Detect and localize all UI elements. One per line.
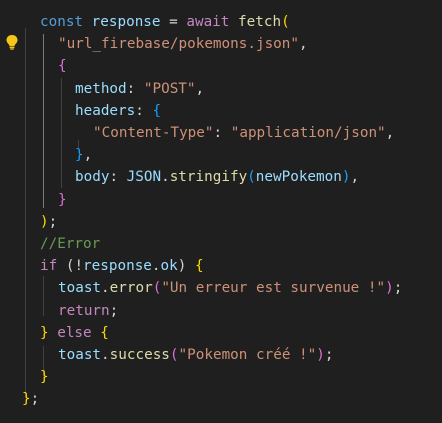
code-line[interactable]: if (!response.ok) {: [40, 256, 204, 276]
code-token: ;: [109, 302, 119, 319]
code-token: ,: [195, 80, 205, 97]
code-line[interactable]: "url_firebase/pokemons.json",: [58, 34, 308, 54]
code-token: =: [160, 14, 187, 30]
code-token: (: [247, 169, 256, 186]
code-token: ): [177, 258, 195, 275]
code-token: }: [22, 391, 31, 408]
code-token: JSON: [126, 169, 162, 186]
code-token: headers: [75, 102, 136, 119]
code-token: ): [316, 347, 325, 363]
code-line[interactable]: }: [58, 190, 67, 210]
code-token: ;: [324, 347, 334, 363]
indent-guide-active: [43, 34, 44, 208]
indent-guide: [25, 28, 26, 398]
code-token: await: [186, 14, 230, 30]
code-line[interactable]: //Error: [40, 234, 100, 254]
code-token: }: [40, 324, 49, 341]
lightbulb-icon[interactable]: [5, 34, 19, 50]
code-token: response: [91, 14, 161, 30]
code-token: {: [194, 258, 204, 275]
indent-guide: [43, 276, 44, 316]
code-token: method: [75, 80, 127, 97]
code-token: "Content-Type": [93, 125, 214, 141]
code-line[interactable]: const response = await fetch(: [40, 12, 290, 32]
code-token: newPokemon: [255, 169, 342, 186]
code-token: .: [101, 280, 110, 297]
indent-guide: [61, 78, 62, 188]
code-token: ,: [83, 147, 93, 164]
code-token: {: [58, 58, 67, 75]
code-editor[interactable]: const response = await fetch("url_fireba…: [0, 0, 442, 423]
code-token: if: [40, 258, 58, 275]
code-line[interactable]: };: [22, 389, 39, 409]
code-token: (: [57, 258, 75, 275]
code-token: toast: [58, 280, 102, 297]
code-line[interactable]: } else {: [40, 323, 109, 343]
code-token: .: [161, 169, 170, 186]
code-token: "Un erreur est survenue !": [161, 280, 386, 297]
code-token: {: [100, 324, 109, 341]
code-line[interactable]: "Content-Type": "application/json",: [93, 123, 394, 143]
code-line[interactable]: method: "POST",: [75, 79, 204, 99]
code-line[interactable]: },: [75, 145, 92, 165]
code-token: success: [109, 347, 170, 363]
code-token: :: [126, 80, 144, 97]
code-line[interactable]: );: [40, 212, 57, 232]
code-token: ): [385, 280, 394, 297]
code-token: stringify: [169, 169, 248, 186]
code-line[interactable]: }: [40, 367, 49, 387]
code-token: "POST": [143, 80, 196, 97]
code-token: ;: [393, 280, 403, 297]
code-token: }: [58, 191, 67, 208]
code-token: const: [40, 14, 84, 30]
code-token: .: [101, 347, 110, 363]
code-token: ok: [160, 258, 178, 275]
code-line[interactable]: headers: {: [75, 101, 161, 121]
code-line[interactable]: toast.error("Un erreur est survenue !");: [58, 278, 402, 298]
code-token: toast: [58, 347, 102, 363]
code-token: }: [40, 369, 49, 386]
code-line[interactable]: {: [58, 56, 67, 76]
code-token: ,: [299, 36, 308, 53]
code-token: //Error: [40, 236, 101, 252]
code-token: return: [58, 302, 110, 319]
code-line[interactable]: return;: [58, 301, 118, 321]
code-token: error: [109, 280, 153, 297]
code-token: !: [74, 258, 84, 275]
code-token: ): [40, 213, 49, 230]
code-token: response: [83, 258, 152, 275]
code-token: "url_firebase/pokemons.json": [58, 36, 300, 53]
code-token: ;: [48, 213, 58, 230]
code-token: ,: [350, 169, 360, 186]
code-token: .: [151, 258, 161, 275]
code-token: fetch: [238, 14, 282, 30]
code-token: ,: [385, 125, 395, 141]
code-token: "Pokemon créé !": [178, 347, 317, 363]
code-token: else: [57, 324, 92, 341]
code-token: (: [281, 14, 290, 30]
code-token: "application/json": [230, 125, 386, 141]
code-token: :: [135, 102, 153, 119]
code-token: {: [152, 102, 162, 119]
code-token: }: [75, 147, 84, 164]
code-line[interactable]: toast.success("Pokemon créé !");: [58, 345, 333, 365]
code-token: (: [169, 347, 179, 363]
code-token: body: [75, 169, 110, 186]
code-token: :: [109, 169, 127, 186]
code-line[interactable]: body: JSON.stringify(newPokemon),: [75, 167, 359, 187]
code-token: ;: [30, 391, 40, 408]
code-token: :: [213, 125, 231, 141]
